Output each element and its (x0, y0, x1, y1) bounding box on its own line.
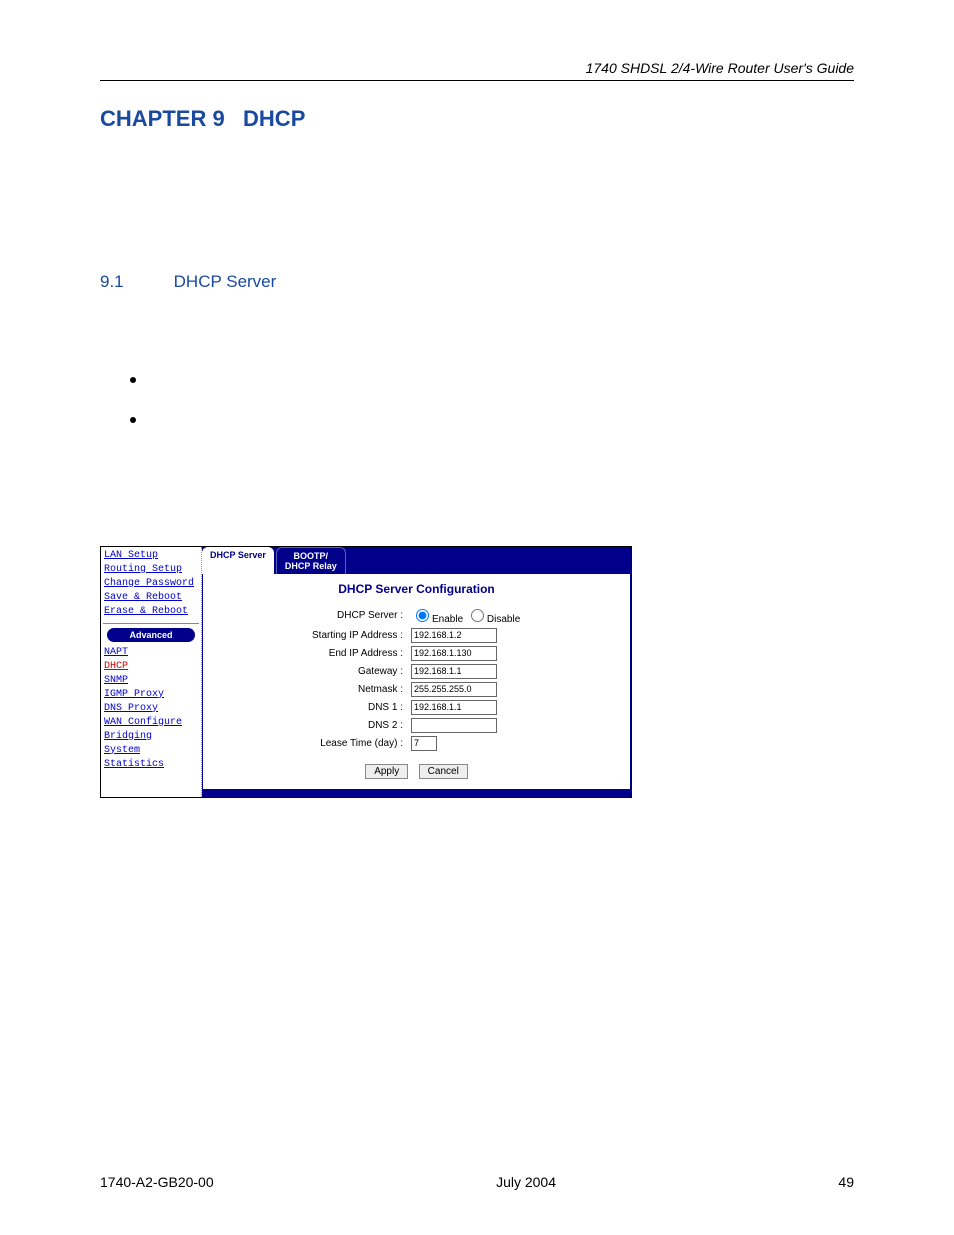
page-header: 1740 SHDSL 2/4-Wire Router User's Guide (100, 60, 854, 81)
bullet-item: DHCP sends a new IP address when a compu… (100, 411, 854, 428)
sidebar-item[interactable]: System Statistics (101, 744, 201, 772)
cancel-button[interactable]: Cancel (419, 764, 468, 779)
bullet-icon (130, 377, 136, 383)
radio-enable[interactable] (416, 609, 429, 622)
radio-disable[interactable] (471, 609, 484, 622)
page-number: 49 (838, 1174, 854, 1190)
post-text: DHCP allows you to dynamically assign IP… (100, 452, 854, 486)
sidebar-item[interactable]: WAN Configure (101, 716, 201, 730)
chapter-title: CHAPTER 9 DHCP (100, 106, 854, 132)
sidebar-item[interactable]: NAPT (101, 646, 201, 660)
label: DNS 2 : (213, 720, 411, 731)
sidebar-item[interactable]: SNMP (101, 674, 201, 688)
netmask-input[interactable] (411, 682, 497, 697)
sidebar-item[interactable]: Bridging (101, 730, 201, 744)
lease-time-input[interactable] (411, 736, 437, 751)
sidebar-item[interactable]: Save & Reboot (101, 591, 201, 605)
sidebar-item[interactable]: Routing Setup (101, 563, 201, 577)
end-ip-input[interactable] (411, 646, 497, 661)
footer-date: July 2004 (496, 1174, 556, 1190)
dns1-input[interactable] (411, 700, 497, 715)
gateway-input[interactable] (411, 664, 497, 679)
start-ip-input[interactable] (411, 628, 497, 643)
sidebar: LAN Setup Routing Setup Change Password … (101, 547, 202, 797)
label: Lease Time (day) : (213, 738, 411, 749)
sidebar-item[interactable]: DNS Proxy (101, 702, 201, 716)
intro-text: Dynamic Host Configuration Protocol (DHC… (100, 337, 854, 371)
label: Netmask : (213, 684, 411, 695)
page-footer: 1740-A2-GB20-00 July 2004 49 (100, 1174, 854, 1190)
sidebar-item[interactable]: IGMP Proxy (101, 688, 201, 702)
bullet-item: DHCP allows a network administrator to s… (100, 371, 854, 388)
screenshot-figure: LAN Setup Routing Setup Change Password … (100, 546, 632, 798)
panel-title: DHCP Server Configuration (213, 582, 620, 596)
tab-bootp-relay[interactable]: BOOTP/DHCP Relay (276, 547, 346, 574)
advanced-header: Advanced (107, 628, 195, 642)
section-heading: 9.1DHCP Server (100, 272, 854, 292)
sidebar-item[interactable]: Change Password (101, 577, 201, 591)
sidebar-item-dhcp[interactable]: DHCP (101, 660, 201, 674)
label: End IP Address : (213, 648, 411, 659)
tab-dhcp-server[interactable]: DHCP Server (202, 547, 274, 574)
label: Gateway : (213, 666, 411, 677)
dns2-input[interactable] (411, 718, 497, 733)
sidebar-item[interactable]: Erase & Reboot (101, 605, 201, 619)
label: DHCP Server : (213, 610, 411, 621)
doc-number: 1740-A2-GB20-00 (100, 1174, 214, 1190)
bullet-icon (130, 417, 136, 423)
sidebar-item[interactable]: LAN Setup (101, 549, 201, 563)
label: DNS 1 : (213, 702, 411, 713)
apply-button[interactable]: Apply (365, 764, 408, 779)
label: Starting IP Address : (213, 630, 411, 641)
